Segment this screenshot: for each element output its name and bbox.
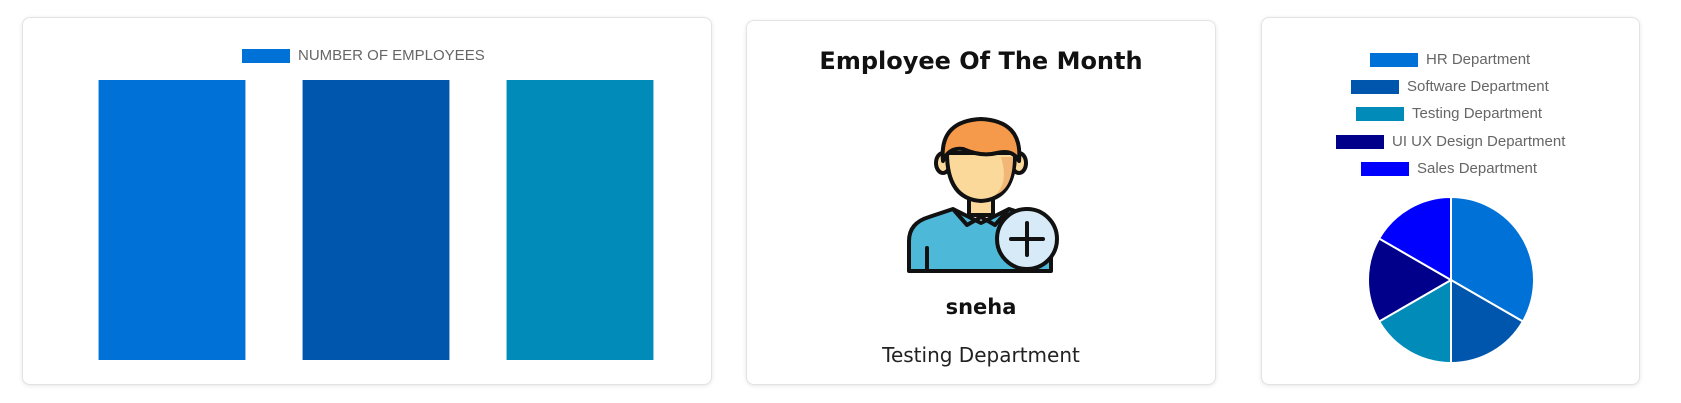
bar[interactable] xyxy=(302,80,450,360)
employee-of-the-month-card: Employee Of The Month sneha Testing Depa… xyxy=(746,20,1216,385)
employee-name: sneha xyxy=(945,295,1017,319)
department-pie-chart-card: HR Department Software Department Testin… xyxy=(1261,17,1640,385)
employee-count-bar-chart-card: NUMBER OF EMPLOYEES xyxy=(22,17,712,385)
bar[interactable] xyxy=(506,80,654,360)
bar-chart xyxy=(98,80,654,360)
user-add-icon xyxy=(907,117,1059,273)
eotm-title: Employee Of The Month xyxy=(819,47,1143,75)
employee-department: Testing Department xyxy=(882,343,1080,367)
bar[interactable] xyxy=(98,80,246,360)
pie-chart xyxy=(1367,195,1535,365)
